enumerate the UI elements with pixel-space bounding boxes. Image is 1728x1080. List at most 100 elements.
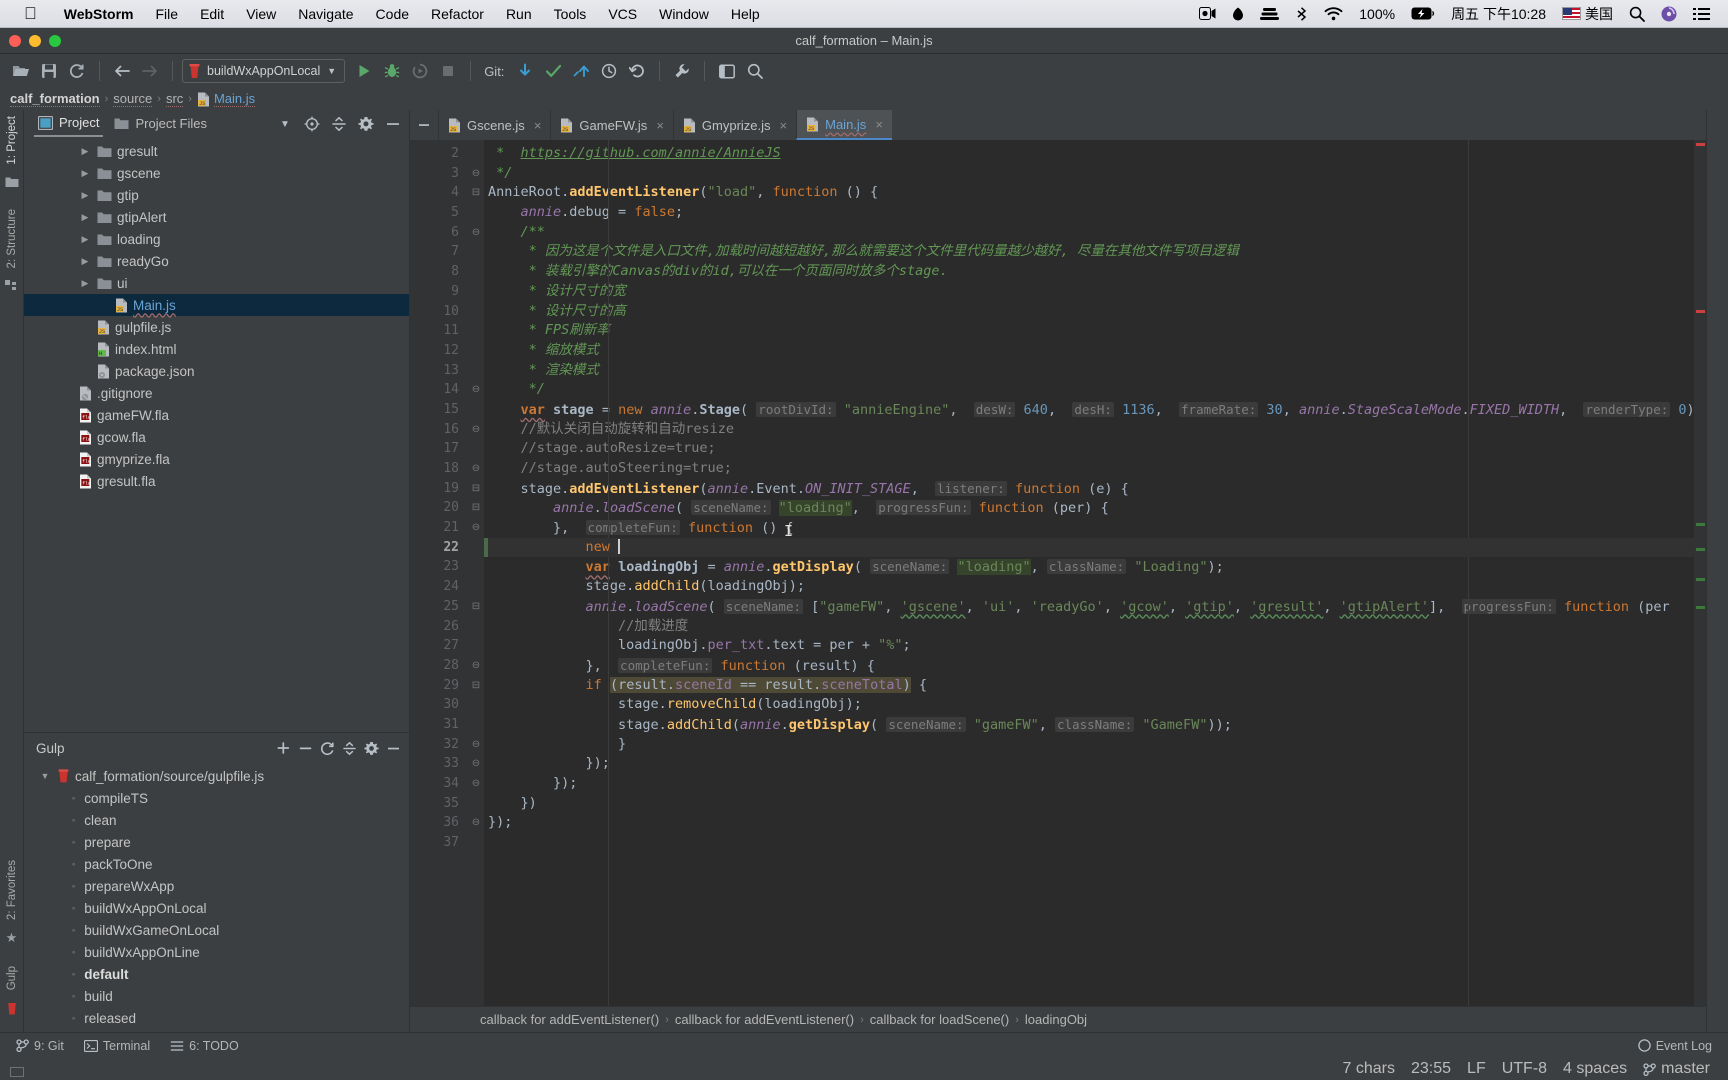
line-number[interactable]: 13 (410, 361, 468, 381)
event-log-button[interactable]: Event Log (1630, 1039, 1720, 1053)
line-number[interactable]: 28 (410, 656, 468, 676)
line-number[interactable]: 15 (410, 400, 468, 420)
expand-arrow-icon[interactable]: ▶ (78, 146, 92, 157)
menu-code[interactable]: Code (365, 6, 420, 22)
error-marker[interactable] (1696, 143, 1705, 146)
search-everywhere-icon[interactable] (742, 58, 768, 84)
save-icon[interactable] (36, 58, 62, 84)
line-number[interactable]: 29 (410, 676, 468, 696)
tree-item[interactable]: fla gameFW.fla (24, 404, 409, 426)
menubar-datetime[interactable]: 周五 下午10:28 (1443, 4, 1554, 24)
code-line[interactable]: * 渲染模式 (484, 361, 1694, 381)
line-number[interactable]: 37 (410, 833, 468, 853)
input-source[interactable]: 美国 (1554, 4, 1621, 24)
close-tab-icon[interactable]: × (656, 118, 664, 133)
close-tab-icon[interactable]: × (875, 117, 883, 132)
code-line[interactable]: var loadingObj = annie.getDisplay( scene… (484, 557, 1694, 577)
fold-marker[interactable]: ⊖ (468, 518, 484, 538)
gulp-task-item[interactable]: ◦ released (24, 1007, 409, 1029)
chevron-down-icon[interactable]: ▼ (275, 114, 295, 134)
line-number[interactable]: 3 (410, 164, 468, 184)
code-editor[interactable]: 2 3 4 5 6 7 8 9 10 11 12 13 14 15 16 17 18 19 20 21 22 23 24 25… (410, 140, 1706, 1006)
apple-icon[interactable]:  (24, 5, 37, 22)
expand-arrow-icon[interactable]: ▶ (78, 278, 92, 289)
tree-item[interactable]: ▶ gtipAlert (24, 206, 409, 228)
gulp-task-item[interactable]: ◦ buildWxGameOnLocal (24, 919, 409, 941)
line-number[interactable]: 33 (410, 754, 468, 774)
code-line[interactable] (484, 833, 1694, 853)
resize-handle-icon[interactable] (10, 1064, 24, 1077)
revert-icon[interactable] (624, 58, 650, 84)
gulp-task-item[interactable]: ◦ buildWxAppOnLine (24, 941, 409, 963)
code-line[interactable]: annie.loadScene( sceneName: "loading", p… (484, 498, 1694, 518)
code-line[interactable]: * FPS刷新率 (484, 321, 1694, 341)
code-line[interactable]: //stage.autoSteering=true; (484, 459, 1694, 479)
file-encoding[interactable]: UTF-8 (1494, 1060, 1555, 1078)
project-file-tree[interactable]: ▶ gresult ▶ gscene ▶ gtip ▶ gtipAlert ▶ loading ▶ r… (24, 138, 409, 732)
code-line[interactable]: }, completeFun: function (result) { (484, 656, 1694, 676)
caret-position[interactable]: 23:55 (1403, 1060, 1459, 1078)
run-icon[interactable] (351, 58, 377, 84)
line-number[interactable]: 19 (410, 479, 468, 499)
editor-tab-active[interactable]: JS Main.js × (796, 110, 892, 140)
fold-marker[interactable]: ⊖ (468, 420, 484, 440)
siri-icon[interactable] (1653, 6, 1685, 22)
search-icon[interactable] (1621, 6, 1653, 22)
line-number[interactable]: 5 (410, 203, 468, 223)
gulp-task-item[interactable]: ◦ build (24, 985, 409, 1007)
line-number[interactable]: 2 (410, 144, 468, 164)
breadcrumb-item-file[interactable]: JS Main.js (197, 91, 256, 107)
code-line[interactable]: stage.removeChild(loadingObj); (484, 695, 1694, 715)
code-line[interactable]: //默认关闭自动旋转和自动resize (484, 420, 1694, 440)
expand-arrow-icon[interactable]: ▶ (78, 234, 92, 245)
fold-marker[interactable]: ⊖ (468, 774, 484, 794)
fold-marker[interactable]: ⊖ (468, 754, 484, 774)
line-number[interactable]: 21 (410, 518, 468, 538)
code-line[interactable]: }); (484, 754, 1694, 774)
menu-tools[interactable]: Tools (543, 6, 598, 22)
fold-marker[interactable]: ⊟ (468, 183, 484, 203)
code-line[interactable]: */ (484, 164, 1694, 184)
hide-tabs-icon[interactable] (410, 110, 438, 140)
maximize-window-button[interactable] (49, 35, 61, 47)
code-line[interactable]: //stage.autoResize=true; (484, 439, 1694, 459)
wrench-icon[interactable] (669, 58, 695, 84)
layout-icon[interactable] (714, 58, 740, 84)
line-number[interactable]: 20 (410, 498, 468, 518)
line-number[interactable]: 7 (410, 242, 468, 262)
rail-tab-gulp[interactable]: Gulp (6, 960, 18, 996)
code-line[interactable]: new (484, 537, 1694, 558)
tree-item[interactable]: ▶ gtip (24, 184, 409, 206)
code-line[interactable]: * 设计尺寸的宽 (484, 282, 1694, 302)
code-line[interactable]: annie.loadScene( sceneName: ["gameFW", '… (484, 597, 1694, 617)
tree-item[interactable]: ▶ gresult (24, 140, 409, 162)
tree-item[interactable]: ▶ gscene (24, 162, 409, 184)
code-line[interactable]: }, completeFun: function () { (484, 518, 1694, 538)
collapse-all-icon[interactable] (339, 738, 359, 758)
gulp-task-item[interactable]: ◦ buildWxAppOnLocal (24, 897, 409, 919)
run-configuration-selector[interactable]: buildWxAppOnLocal ▼ (182, 59, 346, 83)
tree-item[interactable]: .gitignore (24, 382, 409, 404)
tree-item[interactable]: fla gcow.fla (24, 426, 409, 448)
push-icon[interactable] (568, 58, 594, 84)
editor-tab[interactable]: JS Gmyprize.js × (672, 110, 796, 140)
line-number[interactable]: 22 (410, 538, 468, 558)
tree-item[interactable]: ▶ ui (24, 272, 409, 294)
debug-icon[interactable] (379, 58, 405, 84)
menu-edit[interactable]: Edit (189, 6, 235, 22)
menu-window[interactable]: Window (648, 6, 720, 22)
error-marker-bar[interactable] (1694, 140, 1706, 1006)
fold-marker[interactable]: ⊖ (468, 813, 484, 833)
editor-tab[interactable]: JS Gscene.js × (438, 110, 550, 140)
tab-project-files[interactable]: Project Files (110, 112, 211, 136)
line-number[interactable]: 25 (410, 597, 468, 617)
line-number[interactable]: 9 (410, 282, 468, 302)
code-line[interactable]: } (484, 735, 1694, 755)
gulp-task-item[interactable]: ◦ default (24, 963, 409, 985)
change-marker[interactable] (1696, 578, 1705, 581)
menu-refactor[interactable]: Refactor (420, 6, 495, 22)
change-marker[interactable] (1696, 606, 1705, 609)
rail-tab-project[interactable]: 1: Project (6, 110, 18, 171)
fold-marker[interactable]: ⊟ (468, 479, 484, 499)
collapse-all-icon[interactable] (329, 114, 349, 134)
